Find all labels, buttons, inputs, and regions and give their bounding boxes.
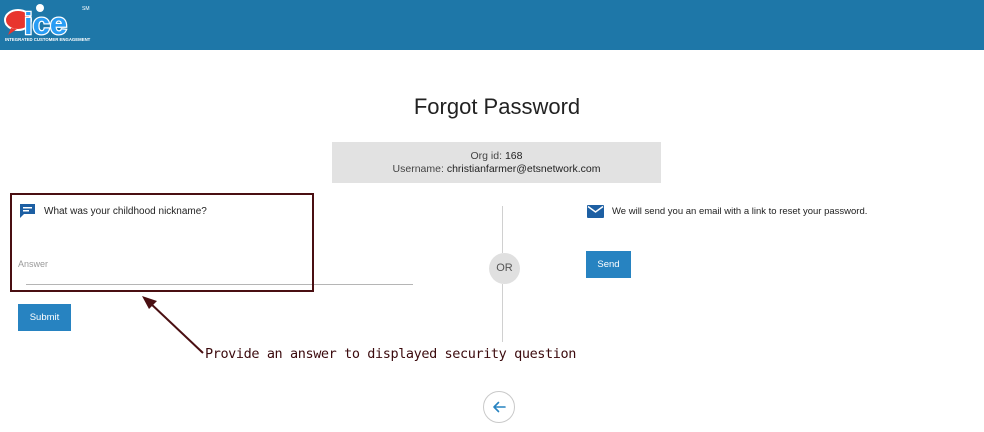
arrow-left-icon xyxy=(493,401,506,413)
annotation-arrow xyxy=(142,296,204,354)
back-button[interactable] xyxy=(483,391,515,423)
annotation-text: Provide an answer to displayed security … xyxy=(205,346,576,362)
